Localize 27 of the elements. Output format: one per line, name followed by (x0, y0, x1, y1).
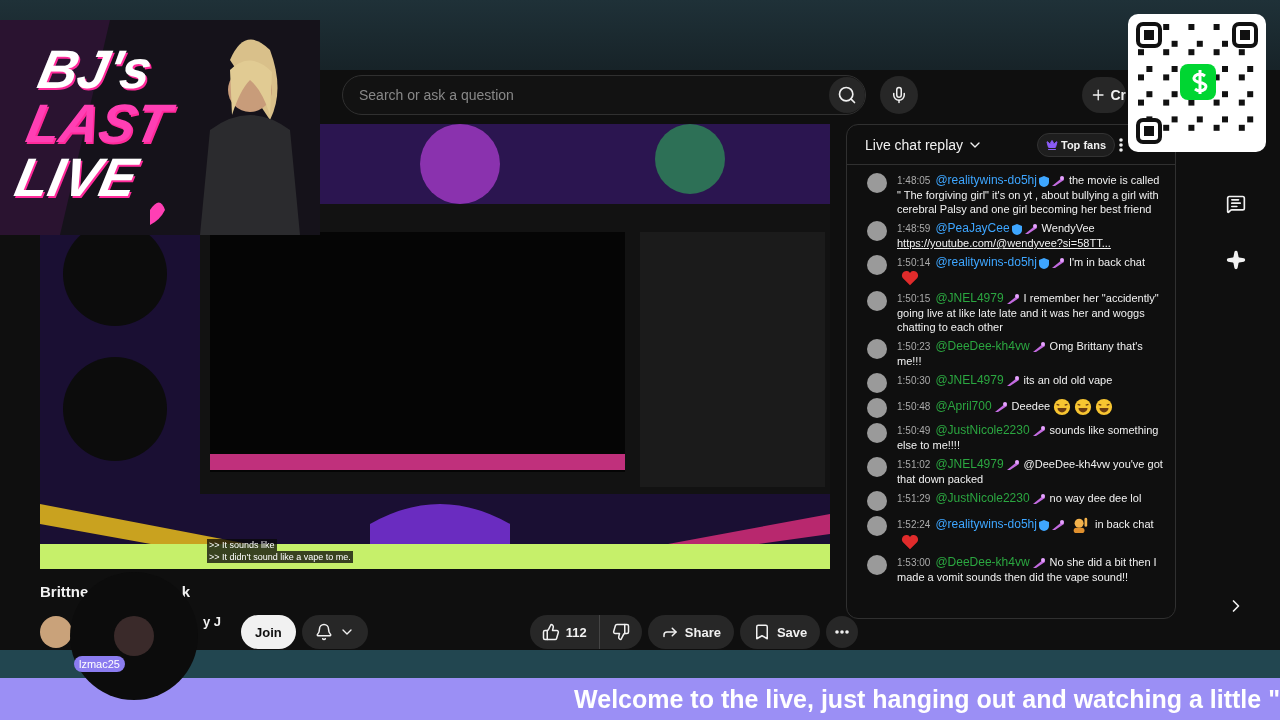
chat-message: 1:50:49 @JustNicole2230 sounds like something else to me!!!! (897, 423, 1160, 453)
video-title: Brittne (40, 583, 89, 600)
chat-message: 1:48:05 @realitywins-do5hj the movie is called " The forgiving girl" it's on yt , about bullying a girl with cerebral Palsy and one girl becoming her best friend (897, 173, 1161, 216)
chat-message: 1:50:23 @DeeDee-kh4vw Omg Brittany that's me!!! (897, 339, 1144, 369)
search-field[interactable]: Search or ask a question (342, 74, 866, 115)
chat-message: 1:51:29 @JustNicole2230 no way dee dee lol (897, 491, 1143, 508)
caption-text: >> It sounds like (207, 539, 277, 551)
caption-text: >> It didn't sound like a vape to me. (207, 551, 353, 563)
chat-message: 1:48:59 @PeaJayCee WendyVee https://youtube.com/@wendyvee?si=58TT... (897, 221, 1165, 250)
chat-message: 1:53:00 @DeeDee-kh4vw No she did a bit then I made a vomit sounds then did the vape sound!! (897, 555, 1158, 585)
chat-message: 1:50:30 @JNEL4979 its an old old vape (897, 373, 1114, 390)
chat-link[interactable]: https://youtube.com/@wendyvee?si=58TT... (897, 236, 1165, 250)
search-input[interactable]: Search or ask a question (357, 85, 829, 104)
chat-message: 1:50:48 @April700 Deedee (897, 398, 1165, 419)
chat-message: 1:50:14 @realitywins-do5hj I'm in back chat (897, 255, 1165, 287)
save-button[interactable]: Save (739, 615, 821, 649)
chat-message: 1:50:15 @JNEL4979 I remember her "accidently" going live at like late late and it was her and woggs chatting to each other (897, 291, 1160, 335)
top-fans-button[interactable]: Top fans (1037, 132, 1115, 157)
create-button[interactable]: Cr (1082, 76, 1126, 113)
channel-name[interactable]: y J (203, 614, 222, 629)
chat-message: 1:52:24 @realitywins-do5hj in back chat (897, 516, 1165, 551)
video-title: k (181, 583, 190, 600)
chat-mode-dropdown[interactable]: Live chat replay (865, 136, 1033, 153)
name-tag: lzmac25 (74, 656, 125, 672)
share-button[interactable]: Share (647, 615, 734, 649)
ticker-text: Welcome to the live, just hanging out and watching a little " (574, 684, 1280, 714)
join-button[interactable]: Join (241, 615, 296, 649)
